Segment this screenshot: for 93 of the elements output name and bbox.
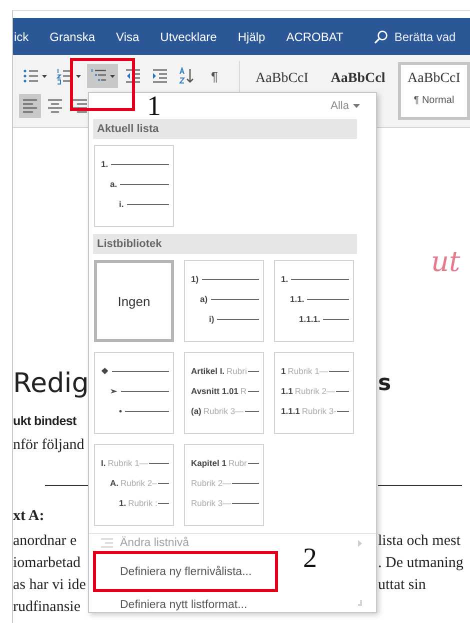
body-text: nför följand (13, 437, 84, 453)
style-sample-text: AaBbCcI (256, 71, 308, 87)
heading-placeholder: Rubrik 3— (203, 406, 244, 416)
tell-me-field[interactable]: Berätta vad (374, 30, 456, 44)
style-sample-text: AaBbCcI (408, 71, 460, 87)
highlight-frame (70, 58, 135, 111)
list-style-tile[interactable]: I. Rubrik 1— A. Rubrik 2– 1. Rubrik : (94, 444, 174, 526)
list-marker: 1.1.1. (299, 314, 320, 324)
caret-icon (76, 74, 81, 78)
ribbon-tab[interactable]: ACROBAT (286, 30, 344, 44)
align-left-icon (22, 97, 38, 115)
list-marker: Artikel I. (191, 366, 225, 376)
pilcrow-button[interactable]: ¶ (208, 64, 221, 88)
outdent-icon (124, 67, 142, 85)
section-label: xt A: (13, 508, 44, 524)
list-marker: 1.1. (290, 294, 304, 304)
list-style-tile[interactable]: 1.1.1. 1.1.1. (274, 260, 354, 342)
annotation-number: 2 (303, 545, 317, 573)
list-style-tile[interactable]: 1 Rubrik 1— 1.1 Rubrik 2— 1.1.1 Rubrik 3- (274, 352, 354, 434)
heading-placeholder: Rubrik 2— (191, 478, 232, 488)
list-style-tile[interactable]: Artikel I. Rubri Avsnitt 1.01 R (a) Rubrik 3— (184, 352, 264, 434)
list-marker: ❖ (101, 366, 109, 376)
body-text: as har vi ide (13, 577, 86, 593)
heading-placeholder: Rubrik 2— (294, 386, 335, 396)
list-style-tile[interactable]: Kapitel 1 Rubr Rubrik 2— Rubrik 3— (184, 444, 264, 526)
body-text: . De utmaning (378, 555, 464, 571)
heading-placeholder: Rubrik 1— (288, 366, 328, 376)
align-right-icon (72, 97, 88, 115)
menu-item[interactable]: Definiera nytt listformat... (93, 592, 376, 618)
caret-icon (353, 104, 360, 108)
list-marker: A. (110, 478, 118, 488)
list-marker: 1 (281, 366, 286, 376)
script-title-text: ut (431, 245, 460, 278)
tile-label: Ingen (118, 294, 150, 308)
multilevel-list-button[interactable] (87, 64, 118, 88)
filter-dropdown[interactable]: Alla (328, 99, 362, 113)
body-text: lista och mest (378, 533, 460, 549)
list-marker: 1. (119, 498, 126, 508)
heading-placeholder: Rubrik 3— (191, 498, 232, 508)
align-center-icon (47, 97, 63, 115)
list-marker: 1) (191, 274, 199, 284)
list-marker: 1. (101, 159, 108, 169)
list-marker: • (119, 406, 122, 416)
heading-placeholder: Rubri (226, 366, 247, 376)
list-style-tile[interactable]: ❖ ➢ • (94, 352, 174, 434)
caret-icon (42, 74, 47, 78)
list-marker: 1.1.1 (281, 406, 300, 416)
ribbon-tab[interactable]: Hjälp (238, 30, 266, 44)
body-text: uttat sin (378, 577, 426, 593)
list-style-tile[interactable]: 1. a. i. (94, 145, 174, 227)
heading-placeholder: Rubrik 3- (302, 406, 336, 416)
ribbon-tab[interactable]: Granska (50, 30, 96, 44)
align-left-button[interactable] (19, 94, 41, 118)
list-marker: I. (101, 458, 106, 468)
heading-placeholder: R (240, 386, 247, 396)
bullet-list-icon (22, 67, 40, 85)
list-marker: Avsnitt 1.01 (191, 386, 238, 396)
indent-icon (151, 67, 169, 85)
subheading-text: ukt bindest (13, 414, 76, 428)
list-marker: i) (209, 314, 214, 324)
annotation-number: 1 (147, 93, 161, 121)
heading-placeholder: Rubrik 1— (108, 458, 148, 468)
menu-item[interactable]: Definiera ny flernivålista... (96, 554, 275, 589)
list-marker: i. (119, 199, 124, 209)
list-style-tile[interactable]: 1) a) i) (184, 260, 264, 342)
heading-placeholder: Rubrik 2– (120, 478, 157, 488)
section-header: Aktuell lista (93, 119, 357, 139)
list-marker: ➢ (110, 386, 118, 396)
heading-placeholder: Rubr (228, 458, 247, 468)
list-marker: a) (200, 294, 208, 304)
ribbon-tab[interactable]: ick (14, 30, 29, 44)
resize-grip-icon (356, 600, 362, 606)
body-text: iomarbetad (13, 555, 80, 571)
list-marker: 1. (281, 274, 288, 284)
ribbon-tab[interactable]: Utvecklare (160, 30, 217, 44)
heading-placeholder: Rubrik : (128, 498, 158, 508)
ribbon-tab[interactable]: Visa (116, 30, 140, 44)
caret-icon (110, 74, 115, 78)
body-text: rudfinansie (13, 599, 80, 615)
search-icon (374, 30, 388, 44)
list-level-icon (100, 537, 114, 549)
sort-icon (178, 67, 196, 85)
list-marker: Kapitel 1 (191, 458, 226, 468)
list-marker: a. (110, 179, 118, 189)
body-text: anordnar e (13, 533, 77, 549)
list-marker: 1.1 (281, 386, 293, 396)
list-marker: (a) (191, 406, 202, 416)
horizontal-rule (45, 485, 89, 486)
heading-text: s (378, 370, 392, 396)
style-preset[interactable]: AaBbCcI ¶ Normal (398, 62, 470, 120)
heading-text: Redig (13, 368, 89, 398)
list-style-tile[interactable]: Ingen (94, 260, 174, 342)
section-header: Listbibliotek (93, 234, 357, 254)
